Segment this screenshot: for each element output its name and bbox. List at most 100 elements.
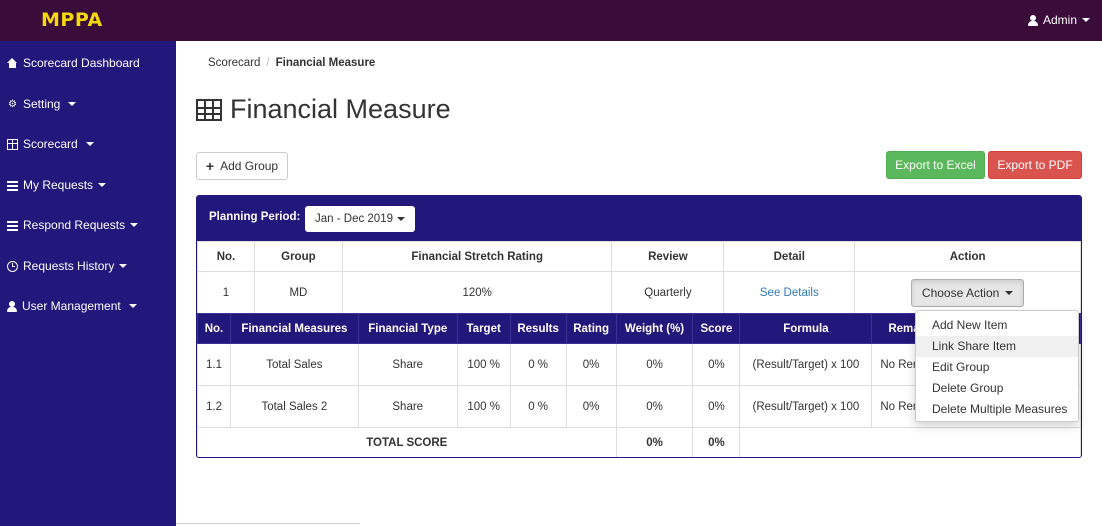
measure-name: Total Sales <box>229 343 359 386</box>
user-icon <box>1027 14 1038 26</box>
measure-formula: (Result/Target) x 100 <box>739 343 873 386</box>
measure-weight: 0% <box>615 385 694 428</box>
measure-name: Total Sales 2 <box>229 385 359 428</box>
page-title-text: Financial Measure <box>230 94 451 124</box>
column-header: Financial Type <box>357 313 458 344</box>
column-header: Weight (%) <box>615 313 694 344</box>
menu-item-edit-group[interactable]: Edit Group <box>916 357 1078 378</box>
gear-icon: ⚙ <box>8 98 17 110</box>
home-icon <box>7 57 18 69</box>
menu-item-link-share-item[interactable]: Link Share Item <box>916 336 1078 357</box>
planning-period-select[interactable]: Jan - Dec 2019 <box>305 206 415 232</box>
measure-target: 100 % <box>456 343 511 386</box>
group-no: 1 <box>197 271 255 314</box>
caret-down-icon <box>68 102 77 106</box>
table-row: 1 MD 120% Quarterly See Details Choose A… <box>197 271 1081 314</box>
export-pdf-button[interactable]: Export to PDF <box>988 151 1082 179</box>
user-menu-toggle[interactable]: Admin <box>1027 13 1090 27</box>
caret-down-icon <box>128 304 137 308</box>
measure-rating: 0% <box>565 343 617 386</box>
column-header: Results <box>509 313 567 344</box>
sidebar-item-user-management[interactable]: User Management <box>7 299 137 313</box>
caret-down-icon <box>85 142 94 146</box>
sidebar-item-label: Scorecard <box>23 137 78 151</box>
column-header: Financial Stretch Rating <box>341 241 613 272</box>
sidebar-item-setting[interactable]: ⚙ Setting <box>7 97 77 111</box>
choose-action-button[interactable]: Choose Action <box>910 278 1025 307</box>
sidebar-item-label: Scorecard Dashboard <box>23 56 140 70</box>
measure-rating: 0% <box>565 385 617 428</box>
panel-header: Planning Period: Jan - Dec 2019 <box>197 196 1081 242</box>
plus-icon: + <box>205 158 215 174</box>
caret-down-icon <box>397 217 405 221</box>
clock-icon <box>7 260 18 272</box>
choose-action-label: Choose Action <box>921 285 1000 300</box>
menu-item-delete-multiple-measures[interactable]: Delete Multiple Measures <box>916 399 1078 420</box>
total-weight: 0% <box>615 427 694 457</box>
planning-period-value: Jan - Dec 2019 <box>315 213 393 225</box>
list-icon <box>7 180 18 191</box>
column-header: Target <box>456 313 511 344</box>
sidebar-item-label: User Management <box>22 299 121 313</box>
review-period: Quarterly <box>611 271 725 314</box>
horizontal-scrollbar[interactable] <box>176 523 360 524</box>
breadcrumb-separator: / <box>266 57 270 69</box>
breadcrumb-current: Financial Measure <box>275 57 376 69</box>
sidebar-item-label: Setting <box>23 97 61 111</box>
column-header: Review <box>611 241 725 272</box>
brand-logo[interactable]: MPPA <box>41 9 103 31</box>
breadcrumb-scorecard[interactable]: Scorecard <box>208 57 260 69</box>
column-header: Action <box>854 241 1081 272</box>
user-name: Admin <box>1042 13 1077 27</box>
column-header: Formula <box>739 313 873 344</box>
group-table-header: No. Group Financial Stretch Rating Revie… <box>197 241 1081 272</box>
add-group-button[interactable]: + Add Group <box>196 152 288 180</box>
planning-period-label: Planning Period: <box>209 211 301 223</box>
caret-down-icon <box>130 223 139 227</box>
sidebar-item-my-requests[interactable]: My Requests <box>7 178 107 192</box>
sidebar-item-scorecard-dashboard[interactable]: Scorecard Dashboard <box>7 56 140 70</box>
sidebar-item-label: My Requests <box>23 178 94 192</box>
measure-type: Share <box>357 343 458 386</box>
measure-formula: (Result/Target) x 100 <box>739 385 873 428</box>
see-details-link[interactable]: See Details <box>760 287 819 299</box>
caret-down-icon <box>98 183 107 187</box>
export-excel-button[interactable]: Export to Excel <box>886 151 985 179</box>
measure-results: 0 % <box>509 343 567 386</box>
column-header: No. <box>197 313 231 344</box>
list-icon <box>7 220 18 231</box>
measure-target: 100 % <box>456 385 511 428</box>
column-header: Group <box>253 241 343 272</box>
measure-score: 0% <box>692 385 741 428</box>
page-title: Financial Measure <box>196 94 451 125</box>
column-header: Rating <box>565 313 617 344</box>
user-icon <box>7 300 17 312</box>
add-group-label: Add Group <box>220 159 279 173</box>
group-table: No. Group Financial Stretch Rating Revie… <box>197 241 1081 314</box>
action-dropdown-menu: Add New Item Link Share Item Edit Group … <box>915 310 1079 422</box>
column-header: Score <box>692 313 741 344</box>
sidebar: Scorecard Dashboard ⚙ Setting Scorecard … <box>0 41 176 526</box>
stretch-rating: 120% <box>341 271 613 314</box>
sidebar-item-respond-requests[interactable]: Respond Requests <box>7 218 139 232</box>
group-name: MD <box>253 271 343 314</box>
caret-down-icon <box>1005 290 1014 295</box>
sidebar-item-requests-history[interactable]: Requests History <box>7 259 128 273</box>
top-navbar: MPPA Admin <box>0 0 1102 41</box>
measure-weight: 0% <box>615 343 694 386</box>
column-header: No. <box>197 241 255 272</box>
measure-no: 1.2 <box>197 385 231 428</box>
total-score: 0% <box>692 427 741 457</box>
measure-results: 0 % <box>509 385 567 428</box>
menu-item-delete-group[interactable]: Delete Group <box>916 378 1078 399</box>
total-empty-cell <box>739 427 1081 457</box>
column-header: Detail <box>723 241 856 272</box>
sidebar-item-scorecard[interactable]: Scorecard <box>7 137 94 151</box>
caret-down-icon <box>119 264 128 268</box>
sidebar-item-label: Requests History <box>23 259 115 273</box>
measure-score: 0% <box>692 343 741 386</box>
total-score-row: TOTAL SCORE 0% 0% <box>197 427 1081 457</box>
menu-item-add-new-item[interactable]: Add New Item <box>916 315 1078 336</box>
measure-type: Share <box>357 385 458 428</box>
action-cell: Choose Action <box>854 271 1081 314</box>
